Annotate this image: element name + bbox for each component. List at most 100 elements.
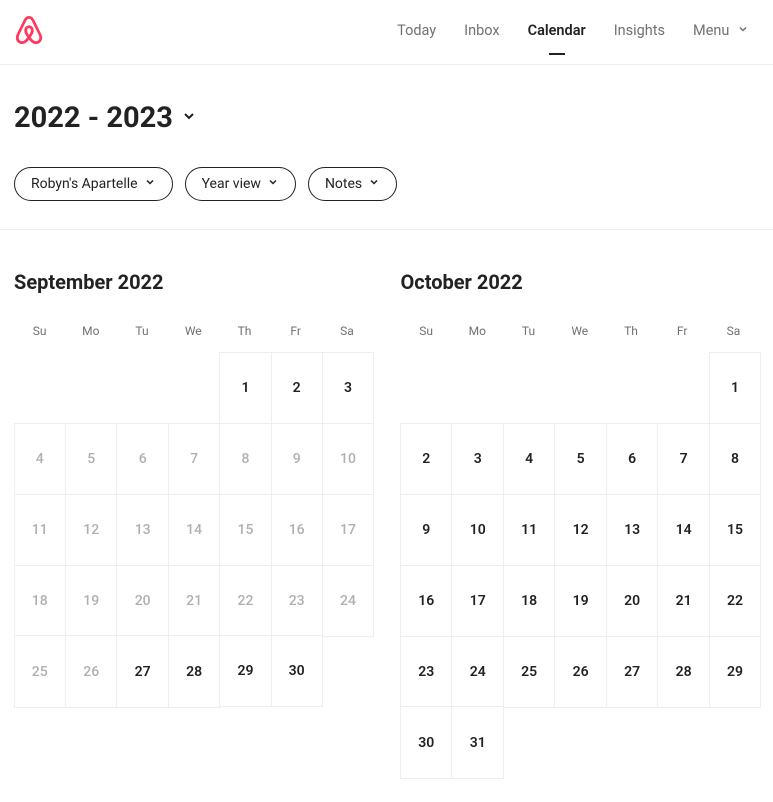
calendar-day[interactable]: 8 — [219, 423, 271, 495]
calendar-day[interactable]: 6 — [606, 423, 658, 495]
nav-calendar[interactable]: Calendar — [528, 22, 586, 43]
calendar-day[interactable]: 14 — [657, 494, 709, 566]
calendar-day[interactable]: 27 — [116, 635, 168, 707]
calendar-day[interactable]: 3 — [451, 423, 503, 495]
calendar-day[interactable]: 26 — [554, 636, 606, 708]
calendar-day[interactable]: 4 — [503, 423, 555, 495]
calendar-day[interactable]: 18 — [503, 565, 555, 637]
listing-chip[interactable]: Robyn's Apartelle — [14, 167, 173, 201]
empty-cell — [503, 352, 554, 423]
dow-cell: Tu — [116, 318, 167, 344]
calendar-day[interactable]: 18 — [14, 565, 66, 637]
dow-cell: Mo — [452, 318, 503, 344]
calendar-day[interactable]: 25 — [14, 635, 66, 707]
calendar-day[interactable]: 24 — [322, 565, 374, 637]
nav-inbox[interactable]: Inbox — [464, 22, 499, 43]
calendar-day[interactable]: 29 — [709, 636, 761, 708]
calendar-day[interactable]: 6 — [116, 423, 168, 495]
calendar-day[interactable]: 13 — [116, 494, 168, 566]
empty-cell — [503, 707, 554, 778]
calendar-day[interactable]: 30 — [400, 706, 452, 778]
chevron-down-icon — [144, 176, 156, 192]
calendar-day[interactable]: 4 — [14, 423, 66, 495]
airbnb-logo-icon — [14, 14, 44, 46]
calendar-day[interactable]: 7 — [657, 423, 709, 495]
view-chip[interactable]: Year view — [185, 167, 296, 201]
calendar-day[interactable]: 21 — [657, 565, 709, 637]
empty-cell — [14, 352, 65, 423]
calendar-day[interactable]: 19 — [554, 565, 606, 637]
empty-cell — [606, 352, 657, 423]
calendar-day[interactable]: 14 — [168, 494, 220, 566]
calendar-day[interactable]: 28 — [168, 635, 220, 707]
calendar-day[interactable]: 15 — [709, 494, 761, 566]
calendar-day[interactable]: 5 — [554, 423, 606, 495]
calendar-day[interactable]: 19 — [65, 565, 117, 637]
calendar-day[interactable]: 12 — [65, 494, 117, 566]
calendar-day[interactable]: 3 — [322, 352, 374, 424]
calendar-day[interactable]: 16 — [400, 565, 452, 637]
dow-cell: Th — [219, 318, 270, 344]
month-0: September 2022SuMoTuWeThFrSa123456789101… — [14, 270, 373, 778]
calendar-day[interactable]: 24 — [451, 636, 503, 708]
calendar-day[interactable]: 11 — [503, 494, 555, 566]
month-title: September 2022 — [14, 270, 373, 294]
calendar-day[interactable]: 1 — [219, 352, 271, 424]
filter-chips: Robyn's Apartelle Year view Notes — [14, 167, 759, 201]
calendar-day[interactable]: 23 — [271, 565, 323, 637]
chevron-down-icon — [368, 176, 380, 192]
empty-cell — [658, 707, 709, 778]
calendar-day[interactable]: 9 — [271, 423, 323, 495]
calendar-day[interactable]: 7 — [168, 423, 220, 495]
chevron-down-icon — [181, 108, 197, 128]
nav-menu[interactable]: Menu — [693, 22, 749, 43]
calendar-day[interactable]: 2 — [271, 352, 323, 424]
calendar-day[interactable]: 9 — [400, 494, 452, 566]
dow-cell: Su — [401, 318, 452, 344]
calendar-day[interactable]: 20 — [116, 565, 168, 637]
calendar-day[interactable]: 11 — [14, 494, 66, 566]
nav-today[interactable]: Today — [397, 22, 436, 43]
airbnb-logo[interactable] — [14, 14, 44, 50]
notes-chip[interactable]: Notes — [308, 167, 397, 201]
view-chip-label: Year view — [202, 176, 261, 192]
year-range-selector[interactable]: 2022 - 2023 — [14, 101, 759, 135]
calendar-day[interactable]: 8 — [709, 423, 761, 495]
calendar-day[interactable]: 10 — [322, 423, 374, 495]
calendar-day[interactable]: 12 — [554, 494, 606, 566]
empty-cell — [555, 707, 606, 778]
calendar-day[interactable]: 13 — [606, 494, 658, 566]
calendar-day[interactable]: 30 — [271, 635, 323, 707]
calendar-day[interactable]: 27 — [606, 636, 658, 708]
calendar-day[interactable]: 17 — [451, 565, 503, 637]
calendar-day[interactable]: 17 — [322, 494, 374, 566]
calendar-grid: 1234567891011121314151617181920212223242… — [14, 352, 373, 707]
calendar-day[interactable]: 16 — [271, 494, 323, 566]
calendar-day[interactable]: 22 — [709, 565, 761, 637]
top-navigation: Today Inbox Calendar Insights Menu — [0, 0, 773, 65]
calendar-day[interactable]: 23 — [400, 636, 452, 708]
calendar-day[interactable]: 2 — [400, 423, 452, 495]
empty-cell — [452, 352, 503, 423]
empty-cell — [606, 707, 657, 778]
empty-cell — [401, 352, 452, 423]
calendar-day[interactable]: 5 — [65, 423, 117, 495]
calendar-day[interactable]: 15 — [219, 494, 271, 566]
calendar-day[interactable]: 31 — [451, 706, 503, 778]
empty-cell — [555, 352, 606, 423]
calendar-day[interactable]: 1 — [709, 352, 761, 424]
calendar-day[interactable]: 26 — [65, 635, 117, 707]
calendar-day[interactable]: 29 — [219, 635, 271, 707]
dow-cell: Tu — [503, 318, 554, 344]
calendar-day[interactable]: 25 — [503, 636, 555, 708]
calendar-day[interactable]: 10 — [451, 494, 503, 566]
dow-cell: Sa — [708, 318, 759, 344]
chevron-down-icon — [737, 22, 749, 39]
calendar-day[interactable]: 21 — [168, 565, 220, 637]
empty-cell — [658, 352, 709, 423]
month-title: October 2022 — [401, 270, 760, 294]
calendar-day[interactable]: 22 — [219, 565, 271, 637]
nav-insights[interactable]: Insights — [614, 22, 665, 43]
calendar-day[interactable]: 28 — [657, 636, 709, 708]
calendar-day[interactable]: 20 — [606, 565, 658, 637]
